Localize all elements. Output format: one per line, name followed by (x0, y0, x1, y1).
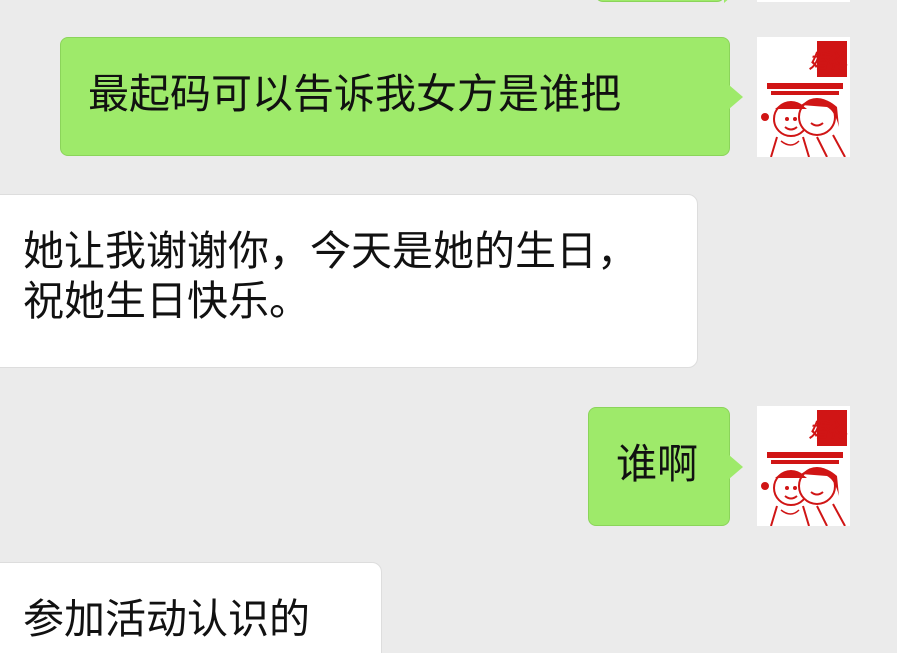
message-sent[interactable]: 最起码可以告诉我女方是谁把 (60, 37, 743, 156)
user-avatar[interactable]: 婚礼 (757, 406, 850, 526)
message-text: 最起码可以告诉我女方是谁把 (88, 70, 621, 118)
previous-avatar-stub[interactable] (757, 0, 850, 2)
message-received[interactable]: 参加活动认识的 (0, 562, 382, 653)
message-text: 她让我谢谢你，今天是她的生日，祝她生日快乐。 (23, 227, 638, 326)
message-received[interactable]: 她让我谢谢你，今天是她的生日，祝她生日快乐。 (0, 194, 698, 368)
chat-window: 最起码可以告诉我女方是谁把 婚礼 她让我谢谢你，今天是她的生日，祝她生日快乐。 (0, 0, 897, 653)
previous-message-stub[interactable] (595, 0, 738, 3)
user-avatar[interactable]: 婚礼 (757, 37, 850, 157)
message-text: 谁啊 (616, 440, 698, 488)
avatar-label: 婚礼 (808, 51, 847, 73)
message-text: 参加活动认识的 (23, 595, 310, 643)
avatar-label: 婚礼 (808, 420, 847, 442)
message-sent[interactable]: 谁啊 (588, 407, 743, 526)
